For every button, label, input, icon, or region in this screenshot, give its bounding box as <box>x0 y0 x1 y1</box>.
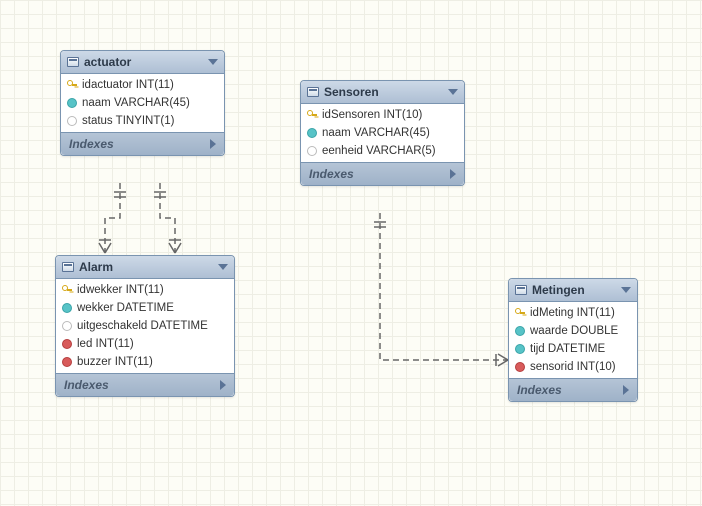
column-label: buzzer INT(11) <box>77 356 153 368</box>
column-icon <box>67 98 77 108</box>
column-row[interactable]: status TINYINT(1) <box>61 112 224 130</box>
expand-icon <box>220 380 226 390</box>
columns-alarm: idwekker INT(11) wekker DATETIME uitgesc… <box>56 279 234 373</box>
primary-key-icon <box>307 110 317 120</box>
table-icon <box>67 57 79 67</box>
column-label: status TINYINT(1) <box>82 115 174 127</box>
table-icon <box>307 87 319 97</box>
column-label: idMeting INT(11) <box>530 307 615 319</box>
indexes-label: Indexes <box>69 137 114 151</box>
collapse-icon[interactable] <box>448 89 458 95</box>
table-title: Sensoren <box>324 85 379 99</box>
column-label: led INT(11) <box>77 338 134 350</box>
foreign-key-icon <box>515 362 525 372</box>
foreign-key-icon <box>62 357 72 367</box>
column-icon <box>307 146 317 156</box>
indexes-section[interactable]: Indexes <box>56 373 234 396</box>
column-row[interactable]: idwekker INT(11) <box>56 281 234 299</box>
column-row[interactable]: naam VARCHAR(45) <box>61 94 224 112</box>
column-row[interactable]: sensorid INT(10) <box>509 358 637 376</box>
expand-icon <box>210 139 216 149</box>
columns-sensoren: idSensoren INT(10) naam VARCHAR(45) eenh… <box>301 104 464 162</box>
table-icon <box>515 285 527 295</box>
columns-metingen: idMeting INT(11) waarde DOUBLE tijd DATE… <box>509 302 637 378</box>
column-row[interactable]: eenheid VARCHAR(5) <box>301 142 464 160</box>
table-actuator[interactable]: actuator idactuator INT(11) naam VARCHAR… <box>60 50 225 156</box>
column-icon <box>515 344 525 354</box>
indexes-section[interactable]: Indexes <box>301 162 464 185</box>
columns-actuator: idactuator INT(11) naam VARCHAR(45) stat… <box>61 74 224 132</box>
table-sensoren[interactable]: Sensoren idSensoren INT(10) naam VARCHAR… <box>300 80 465 186</box>
column-label: idwekker INT(11) <box>77 284 164 296</box>
foreign-key-icon <box>62 339 72 349</box>
column-row[interactable]: wekker DATETIME <box>56 299 234 317</box>
column-row[interactable]: naam VARCHAR(45) <box>301 124 464 142</box>
column-label: idactuator INT(11) <box>82 79 174 91</box>
table-alarm[interactable]: Alarm idwekker INT(11) wekker DATETIME u… <box>55 255 235 397</box>
table-header-alarm[interactable]: Alarm <box>56 256 234 279</box>
indexes-label: Indexes <box>309 167 354 181</box>
collapse-icon[interactable] <box>208 59 218 65</box>
table-title: Alarm <box>79 260 113 274</box>
indexes-section[interactable]: Indexes <box>509 378 637 401</box>
collapse-icon[interactable] <box>218 264 228 270</box>
column-icon <box>67 116 77 126</box>
column-icon <box>515 326 525 336</box>
primary-key-icon <box>67 80 77 90</box>
column-row[interactable]: uitgeschakeld DATETIME <box>56 317 234 335</box>
column-icon <box>62 321 72 331</box>
column-label: idSensoren INT(10) <box>322 109 422 121</box>
column-row[interactable]: led INT(11) <box>56 335 234 353</box>
column-row[interactable]: buzzer INT(11) <box>56 353 234 371</box>
column-row[interactable]: idSensoren INT(10) <box>301 106 464 124</box>
column-row[interactable]: idactuator INT(11) <box>61 76 224 94</box>
expand-icon <box>623 385 629 395</box>
column-icon <box>307 128 317 138</box>
table-title: actuator <box>84 55 131 69</box>
column-label: naam VARCHAR(45) <box>82 97 190 109</box>
column-row[interactable]: idMeting INT(11) <box>509 304 637 322</box>
collapse-icon[interactable] <box>621 287 631 293</box>
indexes-section[interactable]: Indexes <box>61 132 224 155</box>
column-icon <box>62 303 72 313</box>
expand-icon <box>450 169 456 179</box>
table-title: Metingen <box>532 283 585 297</box>
column-label: eenheid VARCHAR(5) <box>322 145 436 157</box>
table-metingen[interactable]: Metingen idMeting INT(11) waarde DOUBLE … <box>508 278 638 402</box>
column-label: tijd DATETIME <box>530 343 605 355</box>
column-row[interactable]: waarde DOUBLE <box>509 322 637 340</box>
primary-key-icon <box>62 285 72 295</box>
table-header-sensoren[interactable]: Sensoren <box>301 81 464 104</box>
table-header-metingen[interactable]: Metingen <box>509 279 637 302</box>
primary-key-icon <box>515 308 525 318</box>
table-header-actuator[interactable]: actuator <box>61 51 224 74</box>
indexes-label: Indexes <box>64 378 109 392</box>
indexes-label: Indexes <box>517 383 562 397</box>
table-icon <box>62 262 74 272</box>
column-label: sensorid INT(10) <box>530 361 616 373</box>
column-label: uitgeschakeld DATETIME <box>77 320 208 332</box>
column-label: waarde DOUBLE <box>530 325 618 337</box>
column-row[interactable]: tijd DATETIME <box>509 340 637 358</box>
column-label: naam VARCHAR(45) <box>322 127 430 139</box>
column-label: wekker DATETIME <box>77 302 174 314</box>
